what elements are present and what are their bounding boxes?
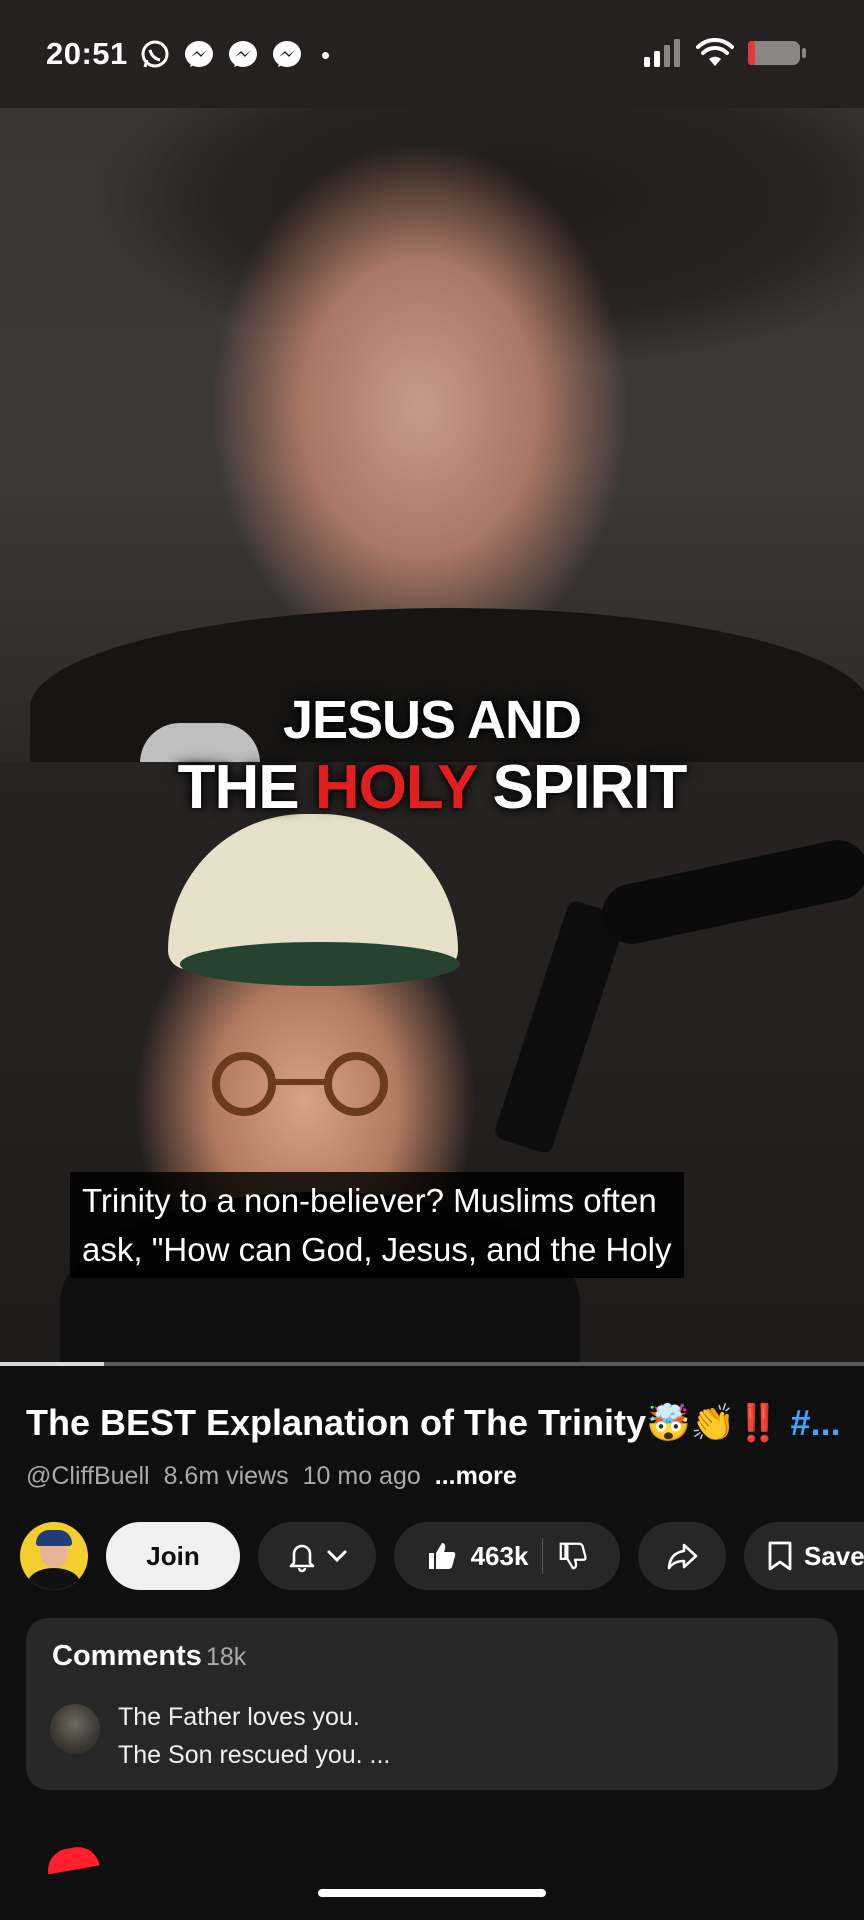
- thumbs-down-icon[interactable]: [557, 1540, 589, 1572]
- chevron-down-icon: [327, 1550, 347, 1563]
- messenger-icon: [273, 41, 301, 67]
- messenger-icon: [185, 41, 213, 67]
- notifications-button[interactable]: [258, 1522, 376, 1590]
- channel-avatar[interactable]: [20, 1522, 88, 1590]
- status-time: 20:51: [46, 36, 128, 71]
- action-row: Join 463k Save: [20, 1522, 864, 1590]
- view-count: 8.6m views: [163, 1462, 289, 1490]
- save-button[interactable]: Save: [744, 1522, 864, 1590]
- overlay-line-2-post: SPIRIT: [476, 753, 688, 822]
- closed-captions: Trinity to a non-believer? Muslims often…: [70, 1172, 684, 1278]
- messenger-icon: [229, 41, 257, 67]
- bookmark-icon: [768, 1541, 792, 1571]
- next-item-peek[interactable]: [44, 1843, 100, 1875]
- join-button[interactable]: Join: [106, 1522, 240, 1590]
- more-notifications-dot-icon: [322, 51, 329, 59]
- caption-line: ask, "How can God, Jesus, and the Holy: [82, 1231, 672, 1268]
- commenter-avatar: [50, 1704, 100, 1754]
- overlay-line-2: THE HOLY SPIRIT: [0, 752, 864, 824]
- cellular-signal-icon: [644, 39, 680, 67]
- wifi-icon: [696, 38, 734, 66]
- mic-arm: [492, 898, 628, 1156]
- notification-icons: [138, 38, 329, 72]
- comments-label: Comments: [52, 1640, 202, 1672]
- more-link[interactable]: ...more: [435, 1462, 517, 1490]
- like-divider: [542, 1538, 544, 1574]
- video-title-text: The BEST Explanation of The Trinity🤯👏‼️: [26, 1402, 781, 1443]
- caption-line: Trinity to a non-believer? Muslims often: [82, 1182, 657, 1219]
- like-count[interactable]: 463k: [471, 1541, 529, 1572]
- video-player[interactable]: JESUS AND THE HOLY SPIRIT Trinity to a n…: [0, 108, 864, 1363]
- avatar-hat: [36, 1530, 72, 1546]
- share-icon: [667, 1543, 698, 1570]
- bell-icon: [289, 1544, 315, 1573]
- upload-age: 10 mo ago: [302, 1462, 421, 1490]
- mic-boom: [596, 834, 864, 950]
- video-frame-top: [0, 108, 864, 808]
- home-indicator[interactable]: [318, 1889, 546, 1897]
- cap-brim: [180, 942, 460, 986]
- comment-preview: The Father loves you. The Son rescued yo…: [118, 1698, 390, 1774]
- channel-handle[interactable]: @CliffBuell: [26, 1462, 150, 1490]
- thumbs-up-icon[interactable]: [425, 1539, 459, 1573]
- video-details: The BEST Explanation of The Trinity🤯👏‼️ …: [0, 1366, 864, 1920]
- status-bar: 20:51: [0, 0, 864, 108]
- system-icons: [644, 38, 806, 68]
- comment-line: The Father loves you.: [118, 1703, 360, 1731]
- overlay-line-2-pre: THE: [177, 753, 315, 822]
- save-label: Save: [804, 1540, 864, 1571]
- whatsapp-icon: [141, 40, 169, 68]
- like-dislike-group: 463k: [394, 1522, 620, 1590]
- battery-icon: [748, 41, 806, 65]
- hashtag-link[interactable]: #...: [791, 1402, 841, 1443]
- comment-line: The Son rescued you. ...: [118, 1741, 391, 1769]
- comments-card[interactable]: Comments 18k The Father loves you. The S…: [26, 1618, 838, 1790]
- overlay-highlight: HOLY: [314, 753, 477, 822]
- comments-count: 18k: [206, 1643, 247, 1671]
- video-title[interactable]: The BEST Explanation of The Trinity🤯👏‼️ …: [26, 1402, 841, 1444]
- overlay-line-1: JESUS AND: [282, 690, 582, 750]
- avatar-body: [28, 1568, 80, 1590]
- glasses: [212, 1052, 388, 1116]
- video-subline[interactable]: @CliffBuell 8.6m views 10 mo ago ...more: [26, 1462, 531, 1491]
- video-title-overlay: JESUS AND THE HOLY SPIRIT: [0, 688, 864, 824]
- share-button[interactable]: [638, 1522, 726, 1590]
